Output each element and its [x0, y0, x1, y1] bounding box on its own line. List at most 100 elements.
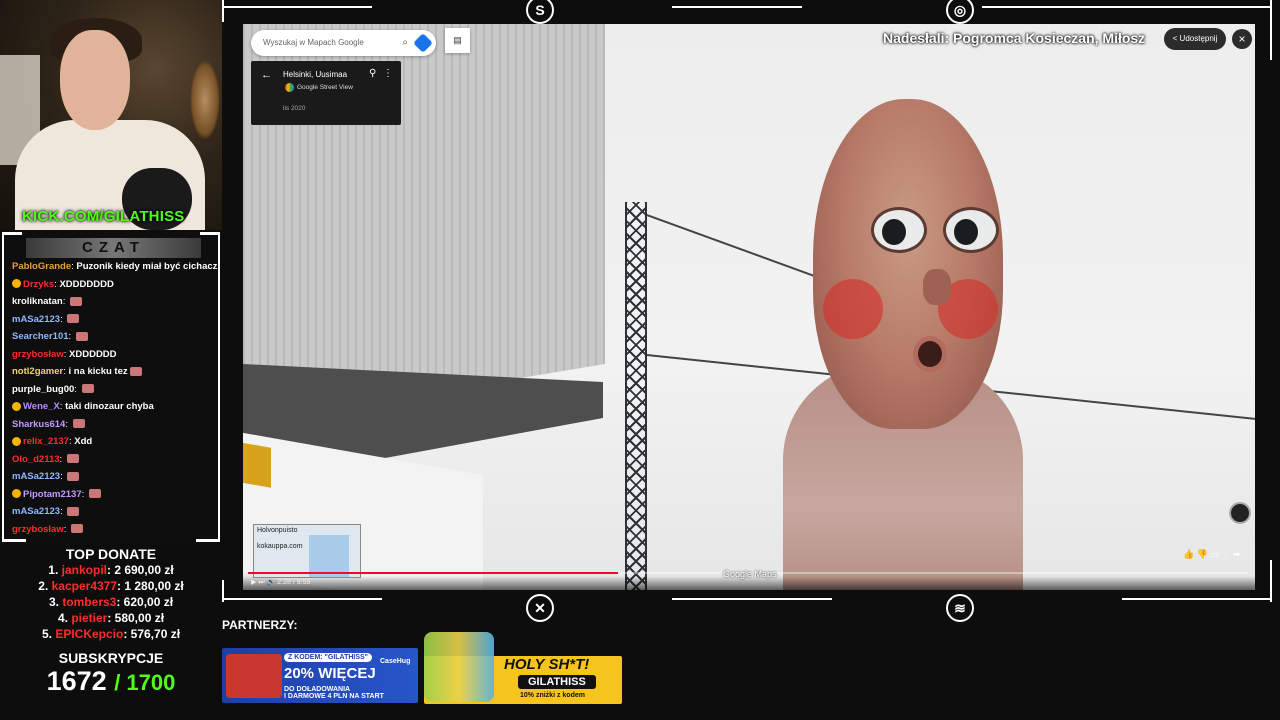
donor-name: EPICKepcio	[55, 627, 124, 641]
holysht-banner[interactable]: HOLY SH*T! GILATHISS 10% zniżki z kodem	[424, 632, 622, 704]
chat-username[interactable]: Searcher101	[12, 331, 69, 342]
location-name: Helsinki, Uusimaa	[283, 70, 348, 79]
share-label: Udostępnij	[1179, 34, 1218, 43]
layers-button[interactable]: ▤	[445, 28, 470, 53]
search-placeholder: Wyszukaj w Mapach Google	[263, 38, 364, 47]
statue-cheek	[823, 279, 883, 339]
chat-username[interactable]: grzybosław	[12, 524, 64, 535]
subs-counter: 1672 / 1700	[0, 666, 222, 697]
donor-row: 2. kacper4377: 1 280,00 zł	[0, 578, 222, 594]
banner1-sub: DO DOŁADOWANIA I DARMOWE 4 PLN NA START	[284, 686, 384, 700]
location-info-box: ← Helsinki, Uusimaa Google Street View l…	[251, 61, 401, 125]
chat-username[interactable]: Pipotam2137	[23, 489, 82, 500]
emote-icon	[88, 489, 101, 499]
subs-goal: / 1700	[114, 670, 176, 695]
player-right-controls: 👍 👎 ▭ ⋮ ➦	[1183, 549, 1241, 560]
donor-rank: 3.	[48, 595, 59, 609]
user-badge-icon	[12, 279, 21, 289]
search-icon[interactable]: ⌕	[402, 30, 408, 56]
donor-row: 3. tombers3: 620,00 zł	[0, 594, 222, 610]
back-arrow-icon[interactable]: ←	[261, 69, 272, 81]
statue	[783, 94, 1033, 590]
chat-username[interactable]: relix_2137	[23, 436, 69, 447]
directions-icon[interactable]	[413, 33, 433, 53]
pin-icon[interactable]: ⚲	[369, 68, 376, 79]
background-lamp	[190, 60, 220, 140]
banner1-sub1: DO DOŁADOWANIA	[284, 686, 351, 693]
maps-search-input[interactable]: Wyszukaj w Mapach Google ⌕	[251, 30, 436, 56]
chat-username[interactable]: purple_bug00	[12, 384, 74, 395]
more-options-icon[interactable]: ⋮	[383, 68, 393, 79]
chat-message: Olo_d2113:	[12, 451, 222, 469]
chat-username[interactable]: kroliknatan	[12, 296, 63, 307]
chat-username[interactable]: notl2gamer	[12, 366, 63, 377]
chat-message: mASa2123:	[12, 468, 222, 486]
chat-message: PabloGrande: Puzonik kiedy miał być cich…	[12, 258, 222, 276]
chat-message: Drzyks: XDDDDDDD	[12, 276, 222, 294]
chat-username[interactable]: mASa2123	[12, 314, 60, 325]
casehug-banner[interactable]: Z KODEM: "GILATHISS" CaseHug 20% WIĘCEJ …	[222, 648, 418, 703]
donor-amount: : 1 280,00 zł	[117, 579, 184, 593]
player-controls: ▶ ⏭ 🔈 2:28 / 9:59	[251, 578, 310, 587]
frame-corner	[1270, 560, 1272, 602]
banner2-headline: HOLY SH*T!	[504, 656, 590, 673]
chat-message: Sharkus614:	[12, 416, 222, 434]
dislike-icon[interactable]: 👎	[1197, 549, 1208, 559]
share-icon: <	[1172, 34, 1180, 43]
chat-username[interactable]: Sharkus614	[12, 419, 65, 430]
stats-panel: TOP DONATE 1. jankopil: 2 690,00 zł 2. ka…	[0, 542, 222, 720]
top-donate-title: TOP DONATE	[65, 546, 157, 562]
emote-icon	[67, 506, 80, 516]
chat-separator: :	[62, 296, 68, 307]
play-icon[interactable]: ▶	[251, 579, 256, 586]
more-icon[interactable]: ⋮	[1222, 549, 1231, 559]
chat-text: taki dinozaur chyba	[65, 401, 154, 412]
chat-username[interactable]: PabloGrande	[12, 261, 71, 272]
emote-icon	[67, 471, 80, 481]
share-button[interactable]: < Udostępnij	[1164, 28, 1226, 50]
frame-edge	[982, 6, 1272, 8]
chat-separator: :	[65, 418, 71, 430]
chat-username[interactable]: grzybosław	[12, 349, 64, 360]
chat-separator: :	[60, 471, 66, 482]
close-button[interactable]: ×	[1232, 29, 1252, 49]
donor-rank: 4.	[57, 611, 68, 625]
frame-edge	[672, 598, 832, 600]
chat-separator: :	[68, 331, 74, 342]
channel-handle: KICK.COM/GILATHISS	[22, 208, 185, 225]
donor-row: 1. jankopil: 2 690,00 zł	[0, 562, 222, 578]
minimap-label: kokauppa.com	[257, 543, 303, 550]
chat-title: CZAT	[26, 238, 201, 258]
banner1-headline: 20% WIĘCEJ	[284, 665, 376, 682]
chat-text: Puzonik kiedy miał być cichacz	[76, 261, 218, 272]
donor-row: 5. EPICKepcio: 576,70 zł	[0, 626, 222, 642]
chat-username[interactable]: Wene_X	[23, 401, 60, 412]
frame-corner	[222, 580, 224, 602]
donor-row: 4. pietier: 580,00 zł	[0, 610, 222, 626]
partner-logo-icon: S	[526, 0, 554, 24]
chat-username[interactable]: Drzyks	[23, 279, 54, 290]
emote-icon	[71, 524, 84, 534]
streamer-head	[60, 30, 130, 130]
donor-rank: 1.	[48, 563, 59, 577]
volume-icon[interactable]: 🔈	[267, 579, 276, 586]
product-cans-icon	[424, 632, 494, 702]
like-icon[interactable]: 👍	[1183, 549, 1194, 559]
share-arrow-icon[interactable]: ➦	[1233, 549, 1241, 559]
emote-icon	[129, 366, 142, 376]
compass-icon[interactable]	[1229, 502, 1251, 524]
chat-message: purple_bug00:	[12, 381, 222, 399]
skip-icon[interactable]: ⏭	[258, 579, 264, 586]
cross-logo-icon: ✕	[526, 594, 554, 622]
chat-separator: :	[81, 488, 87, 500]
chat-username[interactable]: mASa2123	[12, 506, 60, 517]
chat-username[interactable]: mASa2123	[12, 471, 60, 482]
comment-icon[interactable]: ▭	[1210, 549, 1219, 559]
donor-rank: 5.	[41, 627, 52, 641]
chat-panel: CZAT PabloGrande: Puzonik kiedy miał być…	[2, 232, 220, 542]
minimap[interactable]: Holvonpuisto kokauppa.com	[253, 524, 361, 578]
partners-title: PARTNERZY:	[222, 618, 298, 632]
emote-icon	[72, 419, 85, 429]
chat-username[interactable]: Olo_d2113	[12, 454, 60, 465]
statue-mouth	[913, 336, 947, 372]
